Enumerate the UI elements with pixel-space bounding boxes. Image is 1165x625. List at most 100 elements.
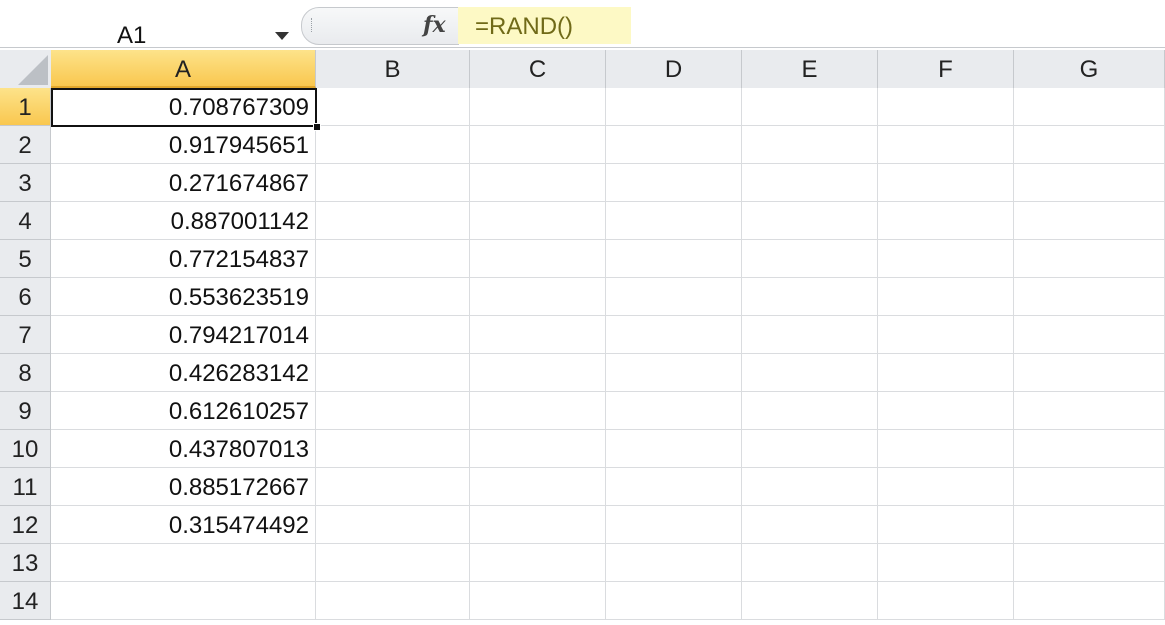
column-header-a[interactable]: A <box>51 50 316 88</box>
cell-f7[interactable] <box>878 316 1014 354</box>
cell-d14[interactable] <box>606 582 742 620</box>
row-header-1[interactable]: 1 <box>0 88 51 126</box>
cell-b4[interactable] <box>316 202 470 240</box>
cell-a14[interactable] <box>51 582 316 620</box>
cell-a5[interactable]: 0.772154837 <box>51 240 316 278</box>
cell-d9[interactable] <box>606 392 742 430</box>
cell-e1[interactable] <box>742 88 878 126</box>
cell-b8[interactable] <box>316 354 470 392</box>
cell-a7[interactable]: 0.794217014 <box>51 316 316 354</box>
row-header-3[interactable]: 3 <box>0 164 51 202</box>
cell-e2[interactable] <box>742 126 878 164</box>
formula-input-extension[interactable] <box>631 7 1165 44</box>
cell-a10[interactable]: 0.437807013 <box>51 430 316 468</box>
cell-d6[interactable] <box>606 278 742 316</box>
cell-d3[interactable] <box>606 164 742 202</box>
cell-a2[interactable]: 0.917945651 <box>51 126 316 164</box>
cell-d1[interactable] <box>606 88 742 126</box>
cell-a6[interactable]: 0.553623519 <box>51 278 316 316</box>
cell-c5[interactable] <box>470 240 606 278</box>
cell-g6[interactable] <box>1014 278 1165 316</box>
cell-d10[interactable] <box>606 430 742 468</box>
cell-g14[interactable] <box>1014 582 1165 620</box>
cell-c11[interactable] <box>470 468 606 506</box>
row-header-13[interactable]: 13 <box>0 544 51 582</box>
cell-d12[interactable] <box>606 506 742 544</box>
cell-g2[interactable] <box>1014 126 1165 164</box>
column-header-g[interactable]: G <box>1014 50 1165 88</box>
cell-f13[interactable] <box>878 544 1014 582</box>
chevron-down-icon[interactable] <box>275 32 289 40</box>
cell-g1[interactable] <box>1014 88 1165 126</box>
cell-d7[interactable] <box>606 316 742 354</box>
cell-c9[interactable] <box>470 392 606 430</box>
cell-c7[interactable] <box>470 316 606 354</box>
cell-f12[interactable] <box>878 506 1014 544</box>
row-header-12[interactable]: 12 <box>0 506 51 544</box>
resize-grip-icon[interactable] <box>311 18 315 32</box>
cell-e4[interactable] <box>742 202 878 240</box>
insert-function-icon[interactable]: fx <box>423 12 446 38</box>
cell-a12[interactable]: 0.315474492 <box>51 506 316 544</box>
cell-e6[interactable] <box>742 278 878 316</box>
column-header-f[interactable]: F <box>878 50 1014 88</box>
cell-e11[interactable] <box>742 468 878 506</box>
cell-b13[interactable] <box>316 544 470 582</box>
cell-e7[interactable] <box>742 316 878 354</box>
cell-c6[interactable] <box>470 278 606 316</box>
cell-b14[interactable] <box>316 582 470 620</box>
cell-a8[interactable]: 0.426283142 <box>51 354 316 392</box>
cell-d4[interactable] <box>606 202 742 240</box>
cell-a9[interactable]: 0.612610257 <box>51 392 316 430</box>
cell-c8[interactable] <box>470 354 606 392</box>
cell-g10[interactable] <box>1014 430 1165 468</box>
row-header-6[interactable]: 6 <box>0 278 51 316</box>
cell-a1[interactable]: 0.708767309 <box>51 88 316 126</box>
cell-b2[interactable] <box>316 126 470 164</box>
cell-e3[interactable] <box>742 164 878 202</box>
cell-c13[interactable] <box>470 544 606 582</box>
cell-c4[interactable] <box>470 202 606 240</box>
row-header-8[interactable]: 8 <box>0 354 51 392</box>
row-header-10[interactable]: 10 <box>0 430 51 468</box>
cell-d2[interactable] <box>606 126 742 164</box>
select-all-button[interactable] <box>0 50 52 89</box>
formula-text[interactable]: =RAND() <box>475 13 573 41</box>
cell-c12[interactable] <box>470 506 606 544</box>
cell-g4[interactable] <box>1014 202 1165 240</box>
cell-e14[interactable] <box>742 582 878 620</box>
fill-handle[interactable] <box>313 123 321 131</box>
cell-f4[interactable] <box>878 202 1014 240</box>
column-header-b[interactable]: B <box>316 50 470 88</box>
cell-c1[interactable] <box>470 88 606 126</box>
column-header-e[interactable]: E <box>742 50 878 88</box>
cell-c14[interactable] <box>470 582 606 620</box>
cell-b1[interactable] <box>316 88 470 126</box>
cell-e10[interactable] <box>742 430 878 468</box>
cell-c10[interactable] <box>470 430 606 468</box>
cell-g7[interactable] <box>1014 316 1165 354</box>
cell-a3[interactable]: 0.271674867 <box>51 164 316 202</box>
row-header-11[interactable]: 11 <box>0 468 51 506</box>
cell-g11[interactable] <box>1014 468 1165 506</box>
cell-e12[interactable] <box>742 506 878 544</box>
cell-f3[interactable] <box>878 164 1014 202</box>
cell-d11[interactable] <box>606 468 742 506</box>
cell-b9[interactable] <box>316 392 470 430</box>
column-header-d[interactable]: D <box>606 50 742 88</box>
cell-d13[interactable] <box>606 544 742 582</box>
cell-d5[interactable] <box>606 240 742 278</box>
cell-f2[interactable] <box>878 126 1014 164</box>
cell-b7[interactable] <box>316 316 470 354</box>
row-header-14[interactable]: 14 <box>0 582 51 620</box>
cell-f11[interactable] <box>878 468 1014 506</box>
cell-f14[interactable] <box>878 582 1014 620</box>
cell-b10[interactable] <box>316 430 470 468</box>
cell-e9[interactable] <box>742 392 878 430</box>
cell-e8[interactable] <box>742 354 878 392</box>
cell-e5[interactable] <box>742 240 878 278</box>
cell-g12[interactable] <box>1014 506 1165 544</box>
cell-b6[interactable] <box>316 278 470 316</box>
row-header-2[interactable]: 2 <box>0 126 51 164</box>
cell-f5[interactable] <box>878 240 1014 278</box>
